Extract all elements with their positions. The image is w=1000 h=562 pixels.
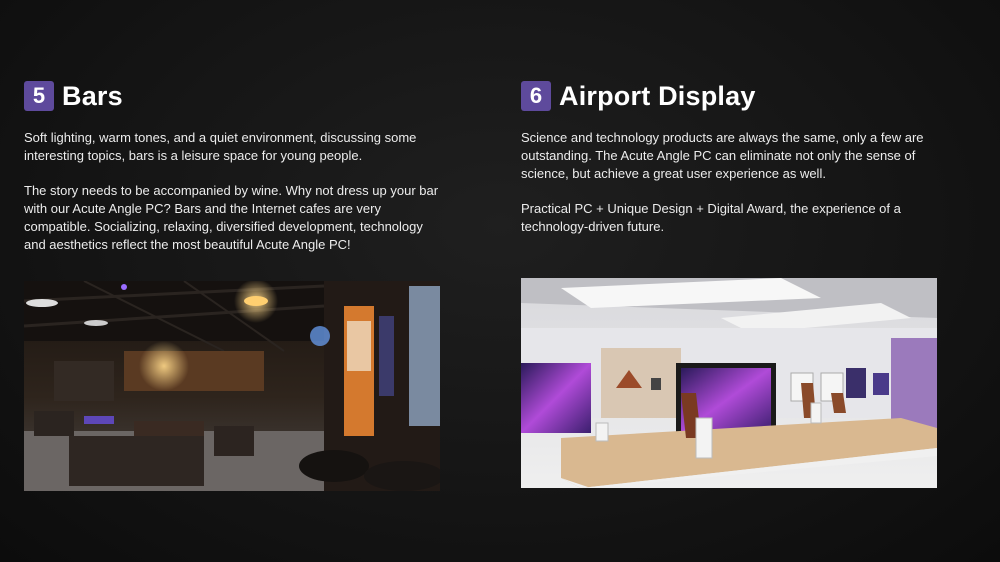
paragraph-detail: Practical PC + Unique Design + Digital A… [521,201,901,234]
section-airport-display: 6 Airport Display Science and technology… [521,80,941,236]
section-heading: 6 Airport Display [521,80,941,112]
paragraph-intro: Science and technology products are alwa… [521,130,924,181]
paragraph-intro: Soft lighting, warm tones, and a quiet e… [24,130,417,163]
airport-display-photo [521,278,937,488]
bar-interior-photo [24,281,440,491]
section-title: Bars [62,80,123,111]
number-badge: 5 [24,81,54,111]
section-heading: 5 Bars [24,80,444,112]
number-badge: 6 [521,81,551,111]
paragraph-detail: The story needs to be accompanied by win… [24,183,439,252]
section-title: Airport Display [559,80,756,111]
section-bars: 5 Bars Soft lighting, warm tones, and a … [24,80,444,254]
